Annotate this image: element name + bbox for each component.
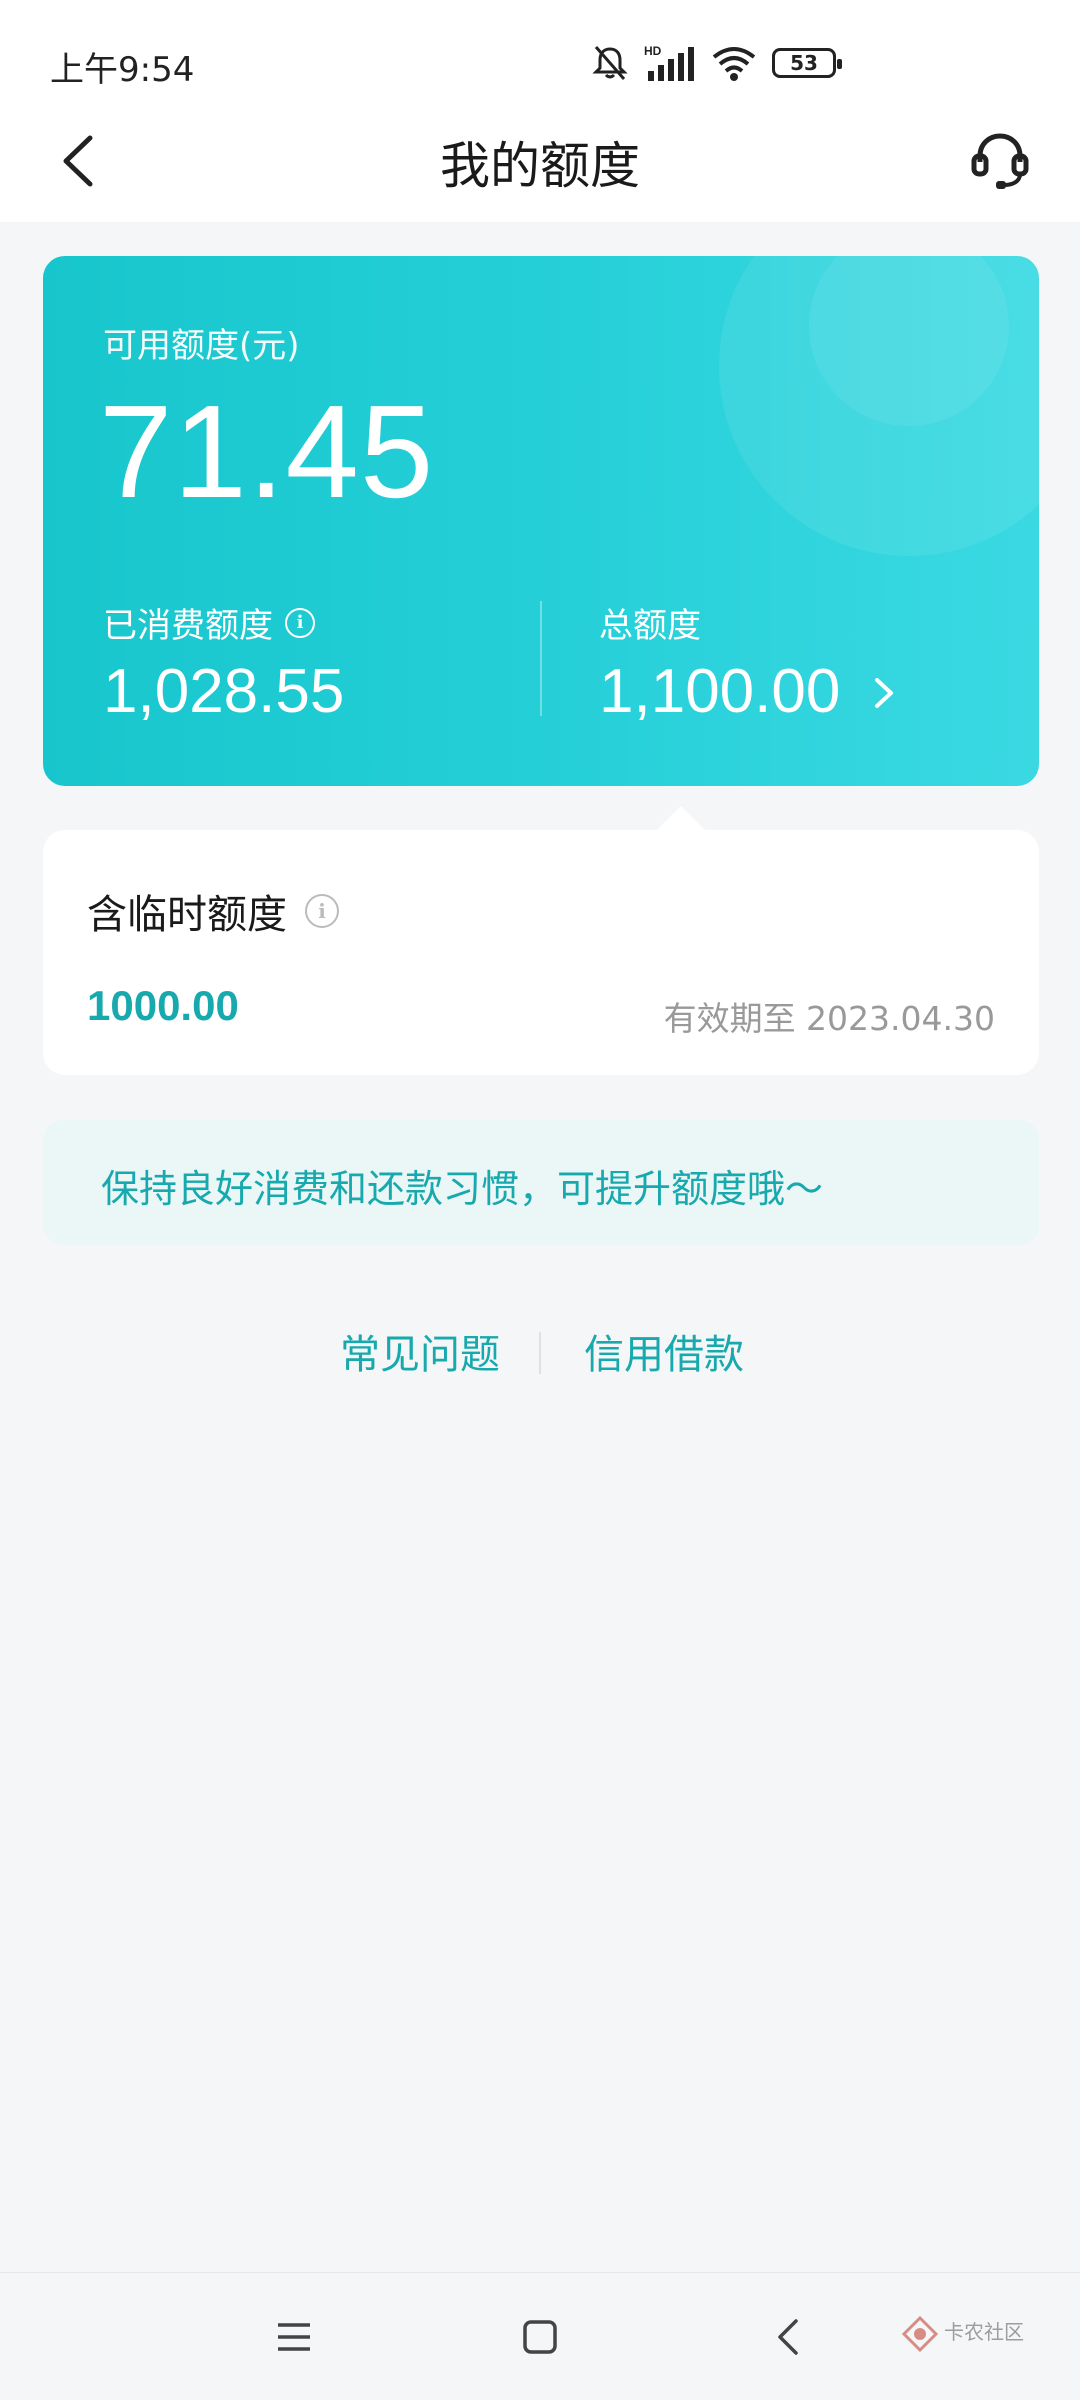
bottom-links: 常见问题 信用借款 [0,1318,1080,1388]
credit-loan-link[interactable]: 信用借款 [584,1322,744,1380]
temp-quota-expiry: 有效期至 2023.04.30 [663,999,995,1038]
temp-quota-amount: 1000.00 [87,982,239,1029]
used-quota-label-text: 已消费额度 [103,606,273,646]
back-icon[interactable] [760,2307,820,2367]
chevron-right-icon[interactable] [863,668,903,718]
temp-quota-label-text: 含临时额度 [87,892,287,938]
nav-bar: 我的额度 [0,100,1080,222]
svg-text:HD: HD [644,44,662,58]
card-pointer [655,806,707,832]
tip-box: 保持良好消费和还款习惯，可提升额度哦～ [43,1120,1039,1245]
home-icon[interactable] [510,2307,570,2367]
info-icon[interactable]: i [285,607,315,638]
customer-service-button[interactable] [968,128,1032,192]
page-title: 我的额度 [440,137,640,195]
tip-text: 保持良好消费和还款习惯，可提升额度哦～ [101,1167,824,1211]
watermark: 卡农社区 [900,2312,1060,2372]
available-quota-amount: 71.45 [99,378,435,525]
available-quota-label: 可用额度(元) [103,326,300,366]
temp-quota-label: 含临时额度 i [87,882,339,940]
status-icons: HD 53 [590,40,842,86]
used-quota-label: 已消费额度 i [103,598,315,647]
battery-icon: 53 [772,48,842,78]
faq-link[interactable]: 常见问题 [340,1322,500,1380]
temp-quota-card: 含临时额度 i 1000.00 有效期至 2023.04.30 [43,830,1039,1075]
hd-signal-icon: HD [644,44,694,81]
quota-card: 可用额度(元) 71.45 已消费额度 i 1,028.55 总额度 1,100… [43,256,1039,786]
menu-icon[interactable] [264,2307,324,2367]
status-time: 上午9:54 [50,50,195,90]
watermark-text: 卡农社区 [944,2320,1024,2344]
total-quota-amount[interactable]: 1,100.00 [599,656,840,727]
mute-bell-icon [592,46,628,80]
info-icon[interactable]: i [305,894,339,928]
total-quota-label: 总额度 [599,606,701,646]
divider [539,1332,541,1374]
watermark-logo-icon [902,2316,938,2352]
divider [540,601,542,716]
wifi-icon [712,47,756,81]
used-quota-amount: 1,028.55 [103,657,345,726]
